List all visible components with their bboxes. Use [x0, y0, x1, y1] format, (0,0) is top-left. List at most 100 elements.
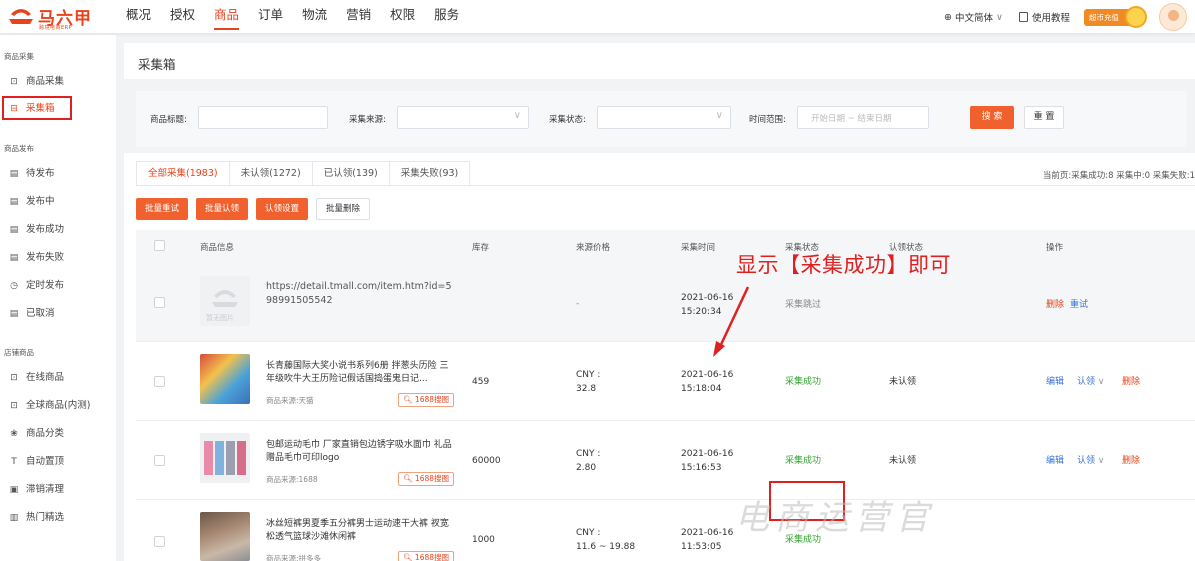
- towel-blue: [215, 441, 224, 475]
- user-avatar[interactable]: [1159, 3, 1187, 31]
- date-range-picker[interactable]: 开始日期 ~ 结束日期: [797, 106, 929, 129]
- batch-claim-button[interactable]: 批量认领: [196, 198, 249, 220]
- tab-failed[interactable]: 采集失败(93): [388, 161, 471, 186]
- recharge-label: 超币充值: [1089, 12, 1119, 22]
- clean-icon: ▣: [9, 485, 19, 495]
- row-collect-date: 2021-06-16: [681, 370, 734, 380]
- batch-actions: 批量重试 批量认领 认领设置 批量删除: [136, 198, 378, 220]
- product-thumbnail[interactable]: [200, 512, 250, 561]
- sidebar-group-store: 店铺商品: [4, 348, 34, 357]
- tab-unclaimed[interactable]: 未认领(1272): [228, 161, 313, 186]
- watermark: 电商运营官: [735, 498, 935, 538]
- sidebar-item-pending[interactable]: ▤ 待发布: [9, 164, 55, 184]
- table-row: 长青藤国际大奖小说书系列6册 拌葱头历险 三年级吹牛大王历险记假话国捣蛋鬼日记.…: [136, 343, 1195, 421]
- collect-box-panel: 全部采集(1983) 未认领(1272) 已认领(139) 采集失败(93) 当…: [124, 153, 1195, 561]
- sidebar-item-hot-picks[interactable]: ▥ 热门精选: [9, 508, 64, 528]
- row-product-source: 商品来源:拼多多: [266, 554, 322, 561]
- nav-item-marketing[interactable]: 营销: [346, 0, 371, 34]
- row-claim-dropdown[interactable]: 认领 ∨: [1077, 455, 1104, 468]
- store-icon: ⊡: [10, 401, 18, 411]
- nav-item-orders[interactable]: 订单: [258, 0, 283, 34]
- logo-mark-icon: [9, 9, 33, 24]
- sidebar-item-auto-top[interactable]: T 自动置顶: [9, 452, 64, 472]
- sidebar-item-category[interactable]: ❀ 商品分类: [9, 424, 64, 444]
- batch-delete-button[interactable]: 批量删除: [316, 198, 371, 220]
- row-product-source: 商品来源:1688: [266, 475, 318, 484]
- sidebar-item-global[interactable]: ⊡ 全球商品(内测): [9, 396, 90, 416]
- search-button[interactable]: 搜 索: [970, 106, 1014, 129]
- chevron-down-icon: ∨: [513, 110, 521, 121]
- column-header-time: 采集时间: [681, 243, 716, 253]
- nav-item-permissions[interactable]: 权限: [390, 0, 415, 34]
- row-delete-link[interactable]: 删除: [1046, 299, 1064, 312]
- row-product-url[interactable]: https://detail.tmall.com/item.htm?id=598…: [266, 280, 452, 308]
- sidebar-item-publish-failed[interactable]: ▤ 发布失败: [9, 248, 64, 268]
- globe-icon: ⊕: [944, 11, 952, 23]
- sidebar-item-online[interactable]: ⊡ 在线商品: [9, 368, 64, 388]
- tab-all[interactable]: 全部采集(1983): [136, 161, 230, 186]
- tab-claimed[interactable]: 已认领(139): [311, 161, 390, 186]
- row-product-title[interactable]: 长青藤国际大奖小说书系列6册 拌葱头历险 三年级吹牛大王历险记假话国捣蛋鬼日记.…: [266, 360, 452, 386]
- row-checkbox[interactable]: [154, 376, 165, 387]
- tutorial-link[interactable]: 使用教程: [1018, 10, 1070, 24]
- row-delete-link[interactable]: 删除: [1122, 376, 1140, 389]
- doc-icon: ▤: [9, 197, 19, 207]
- column-header-price: 来源价格: [576, 243, 611, 253]
- book-icon: [1018, 12, 1028, 22]
- top-nav-bar: 马六甲 跨境电商ERP 概况 授权 商品 订单 物流 营销 权限 服务 ⊕ 中文…: [0, 0, 1195, 34]
- source-select[interactable]: ∨: [397, 106, 529, 129]
- main-area: 采集箱 商品标题: 采集来源: ∨ 采集状态: ∨ 时间范围: 开始日期 ~ 结…: [116, 35, 1195, 561]
- row-product-title[interactable]: 冰丝短裤男夏季五分裤男士运动速干大裤 衩宽松透气篮球沙滩休闲裤: [266, 518, 452, 544]
- row-checkbox[interactable]: [154, 536, 165, 547]
- status-filter-label: 采集状态:: [549, 115, 586, 125]
- row-edit-link[interactable]: 编辑: [1046, 376, 1064, 389]
- sidebar-item-label: 商品分类: [26, 428, 65, 439]
- product-thumbnail[interactable]: [200, 354, 250, 404]
- annotation-arrow-icon: [713, 286, 750, 357]
- title-filter-label: 商品标题:: [150, 115, 187, 125]
- sidebar-item-label: 发布失败: [26, 252, 65, 263]
- row-retry-link[interactable]: 重试: [1070, 299, 1088, 312]
- sidebar-item-product-collect[interactable]: ⊡ 商品采集: [9, 72, 64, 92]
- batch-retry-button[interactable]: 批量重试: [136, 198, 189, 220]
- image-search-tag[interactable]: 🔍︎ 1688搜图: [398, 393, 455, 407]
- sidebar-item-cancelled[interactable]: ▤ 已取消: [9, 304, 55, 324]
- doc-icon: ▤: [9, 225, 19, 235]
- sidebar-item-publishing[interactable]: ▤ 发布中: [9, 192, 55, 212]
- image-search-tag[interactable]: 🔍︎ 1688搜图: [398, 472, 455, 486]
- nav-item-logistics[interactable]: 物流: [302, 0, 327, 34]
- row-stock: 1000: [472, 535, 495, 545]
- store-icon: ⊡: [10, 373, 18, 383]
- row-product-title[interactable]: 包邮运动毛巾 厂家直销包边锈字吸水面巾 礼品赠品毛巾可印logo: [266, 439, 452, 465]
- sidebar-item-label: 待发布: [26, 168, 55, 179]
- nav-item-products[interactable]: 商品: [214, 0, 240, 34]
- reset-button[interactable]: 重 置: [1024, 106, 1064, 129]
- sidebar-item-published[interactable]: ▤ 发布成功: [9, 220, 64, 240]
- nav-item-authorize[interactable]: 授权: [170, 0, 195, 34]
- sidebar-item-clearance[interactable]: ▣ 滞销清理: [9, 480, 64, 500]
- recharge-button[interactable]: 超币充值: [1084, 5, 1147, 28]
- claim-settings-button[interactable]: 认领设置: [256, 198, 309, 220]
- date-range-placeholder: 开始日期 ~ 结束日期: [811, 114, 892, 124]
- row-delete-link[interactable]: 删除: [1122, 455, 1140, 468]
- row-claim-status: 未认领: [889, 377, 917, 387]
- brand-logo[interactable]: 马六甲 跨境电商ERP: [8, 4, 116, 32]
- category-icon: ❀: [10, 429, 18, 439]
- row-checkbox[interactable]: [154, 455, 165, 466]
- product-thumbnail[interactable]: [200, 433, 250, 483]
- nav-item-overview[interactable]: 概况: [126, 0, 151, 34]
- page-title-bar: 采集箱: [124, 43, 1195, 79]
- image-search-tag[interactable]: 🔍︎ 1688搜图: [398, 551, 455, 561]
- title-filter-input[interactable]: [198, 106, 328, 129]
- row-edit-link[interactable]: 编辑: [1046, 455, 1064, 468]
- status-select[interactable]: ∨: [597, 106, 731, 129]
- row-checkbox[interactable]: [154, 297, 165, 308]
- row-claim-dropdown[interactable]: 认领 ∨: [1077, 376, 1104, 389]
- language-switcher[interactable]: ⊕ 中文简体 ∨: [944, 10, 1003, 25]
- page-title: 采集箱: [138, 57, 176, 72]
- sidebar-item-label: 已取消: [26, 308, 55, 319]
- sidebar-item-scheduled[interactable]: ◷ 定时发布: [9, 276, 64, 296]
- select-all-checkbox[interactable]: [154, 240, 165, 251]
- nav-item-services[interactable]: 服务: [434, 0, 459, 34]
- towel-pink: [204, 441, 213, 475]
